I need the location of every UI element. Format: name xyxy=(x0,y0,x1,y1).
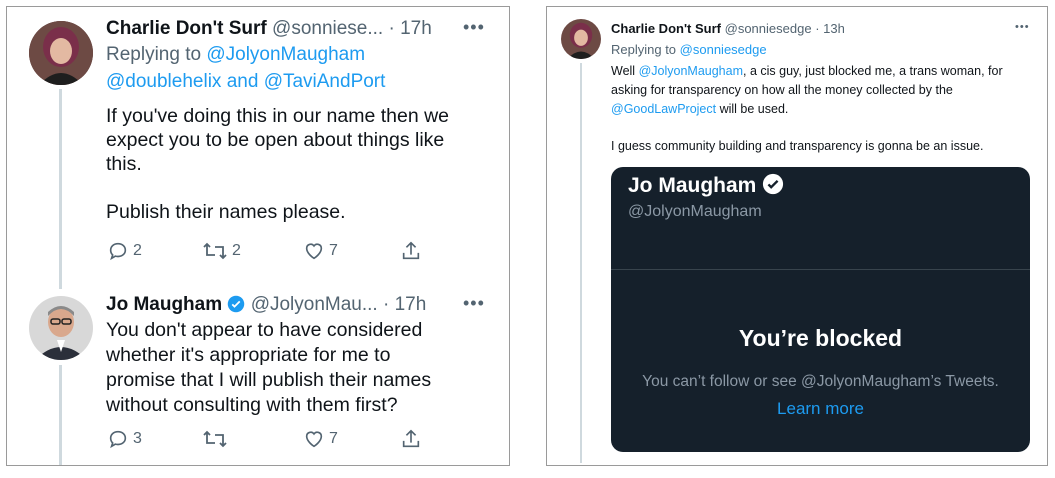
share-button[interactable] xyxy=(400,428,422,450)
thread-line xyxy=(580,63,582,463)
tweet-text: You don't appear to have considered whet… xyxy=(106,319,432,416)
mention-link[interactable]: @GoodLawProject xyxy=(611,102,716,116)
author-handle[interactable]: @sonniesedge xyxy=(725,21,812,36)
mention-link[interactable]: @doublehelix xyxy=(106,71,221,92)
blocked-profile-card: Jo Maugham @JolyonMaugham You’re blocked… xyxy=(611,167,1030,452)
author-name[interactable]: Charlie Don't Surf xyxy=(611,21,721,36)
mention-link[interactable]: @JolyonMaugham xyxy=(639,64,743,78)
reply-icon xyxy=(109,430,127,449)
retweet-button[interactable]: 2 xyxy=(202,240,241,262)
like-count: 7 xyxy=(329,242,338,259)
reply-count: 2 xyxy=(133,242,142,259)
retweet-icon xyxy=(203,430,227,448)
card-divider xyxy=(611,269,1030,270)
tweet-header: Jo Maugham @JolyonMau... · 17h xyxy=(106,293,426,317)
tweet-header: Charlie Don't Surf @sonniese... · 17h xyxy=(106,17,432,41)
mention-link[interactable]: @sonniesedge xyxy=(680,42,767,57)
replying-to: Replying to @sonniesedge xyxy=(611,42,767,57)
profile-name-row: Jo Maugham xyxy=(628,173,784,198)
learn-more-link[interactable]: Learn more xyxy=(611,399,1030,419)
retweet-icon xyxy=(203,242,227,260)
thread-line xyxy=(59,365,62,465)
heart-icon xyxy=(305,243,323,260)
tweet-time[interactable]: · 13h xyxy=(815,21,845,36)
reply-button[interactable]: 3 xyxy=(107,428,142,450)
right-screenshot-panel: Charlie Don't Surf @sonniesedge · 13h ••… xyxy=(546,6,1048,466)
profile-handle: @JolyonMaugham xyxy=(628,203,762,220)
share-icon xyxy=(402,241,420,260)
left-screenshot-panel: Charlie Don't Surf @sonniese... · 17h ••… xyxy=(6,6,510,466)
mention-link[interactable]: @JolyonMaugham xyxy=(206,44,365,65)
charlie-avatar[interactable] xyxy=(29,21,93,85)
author-handle[interactable]: @JolyonMau... xyxy=(251,294,378,315)
mention-link[interactable]: @TaviAndPort xyxy=(264,71,386,92)
like-button[interactable]: 7 xyxy=(303,240,338,262)
author-name[interactable]: Jo Maugham xyxy=(106,294,222,315)
share-button[interactable] xyxy=(400,240,422,262)
tweet-time[interactable]: · 17h xyxy=(383,294,426,315)
replying-to-cont: @doublehelix and @TaviAndPort xyxy=(106,71,386,92)
reply-count: 3 xyxy=(133,430,142,447)
tweet-text: Well @JolyonMaugham, a cis guy, just blo… xyxy=(611,64,1003,153)
more-options-icon[interactable]: ••• xyxy=(1015,21,1030,33)
tweet-text: If you've doing this in our name then we… xyxy=(106,105,450,223)
profile-name: Jo Maugham xyxy=(628,174,757,197)
blocked-message: You can’t follow or see @JolyonMaugham’s… xyxy=(642,373,999,390)
like-count: 7 xyxy=(329,430,338,447)
reply-button[interactable]: 2 xyxy=(107,240,142,262)
retweet-count: 2 xyxy=(232,242,241,259)
share-icon xyxy=(402,429,420,448)
jo-avatar[interactable] xyxy=(29,296,93,360)
like-button[interactable]: 7 xyxy=(303,428,338,450)
tweet-time[interactable]: · 17h xyxy=(389,18,432,39)
more-options-icon[interactable]: ••• xyxy=(463,17,485,38)
retweet-button[interactable] xyxy=(202,428,232,450)
heart-icon xyxy=(305,431,323,448)
charlie-avatar[interactable] xyxy=(561,19,601,59)
tweet-header: Charlie Don't Surf @sonniesedge · 13h xyxy=(611,21,845,37)
replying-to: Replying to @JolyonMaugham xyxy=(106,44,366,65)
verified-badge-icon xyxy=(228,295,245,313)
reply-icon xyxy=(109,242,127,261)
verified-badge-icon xyxy=(763,173,784,195)
more-options-icon[interactable]: ••• xyxy=(463,293,485,314)
blocked-title: You’re blocked xyxy=(738,325,903,351)
author-name[interactable]: Charlie Don't Surf xyxy=(106,18,267,39)
author-handle[interactable]: @sonniese... xyxy=(272,18,383,39)
thread-line xyxy=(59,89,62,289)
